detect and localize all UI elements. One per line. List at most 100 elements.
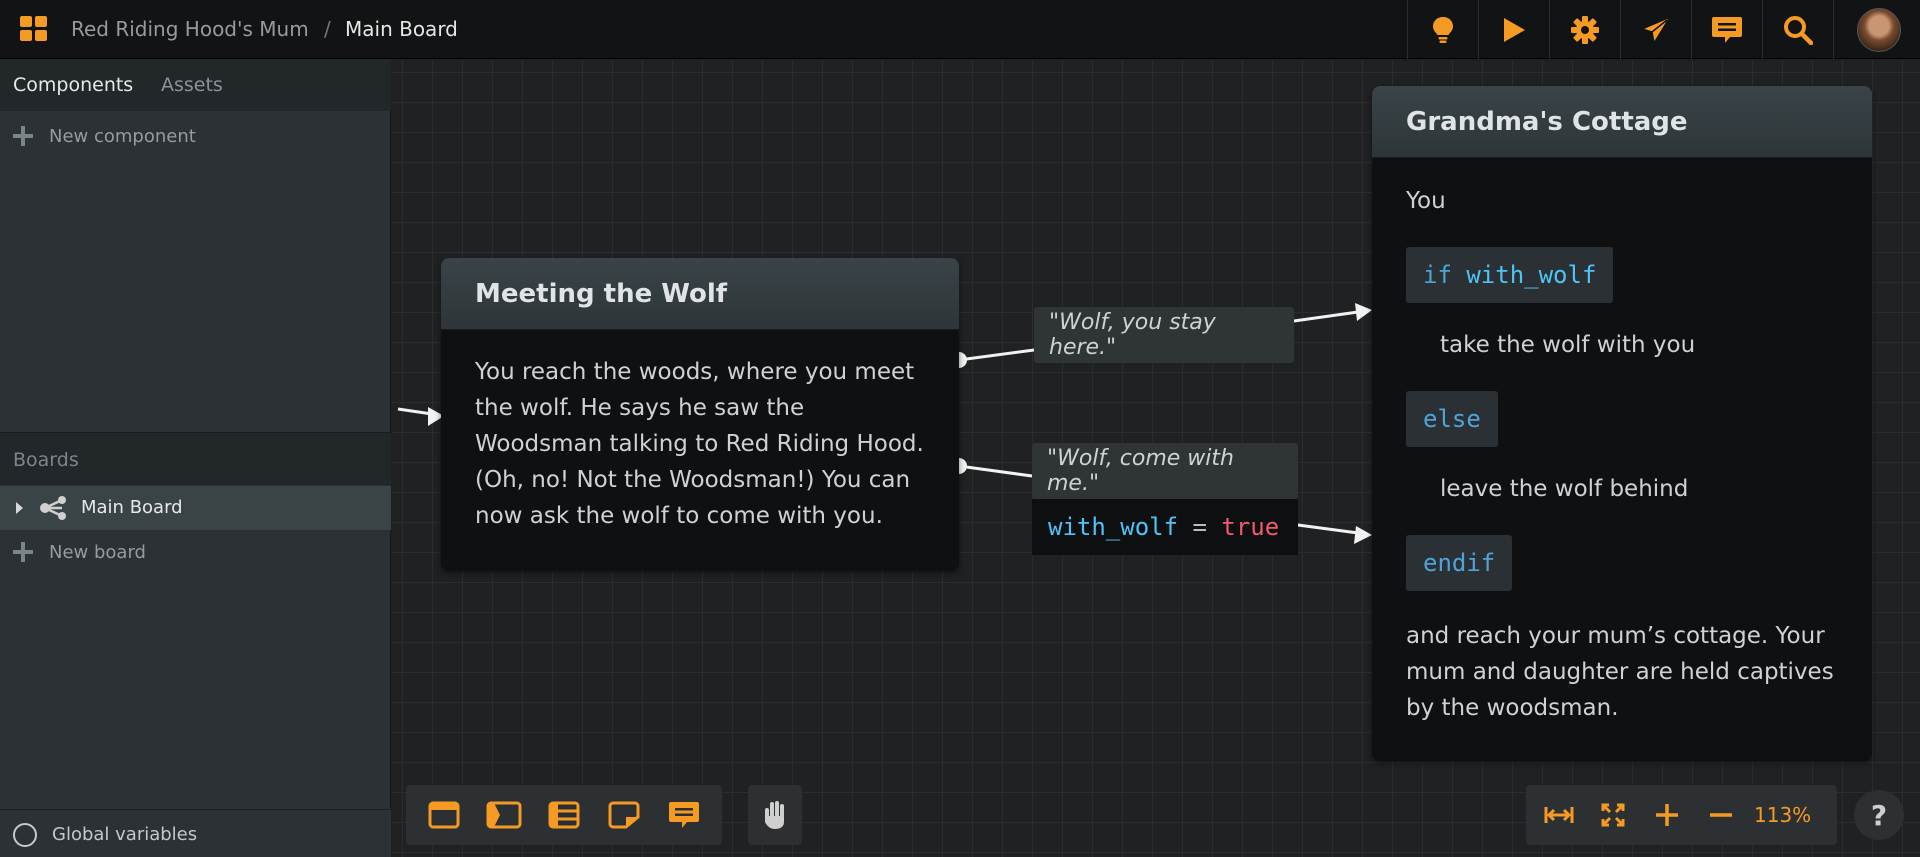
avatar[interactable]: [1857, 8, 1901, 52]
connection: [958, 464, 1033, 478]
dialogue-node-icon: [428, 801, 460, 829]
help-button[interactable]: ?: [1854, 790, 1904, 840]
comment-node-icon: [669, 802, 699, 828]
tips-button[interactable]: [1407, 0, 1478, 59]
breadcrumb-separator: /: [324, 17, 331, 41]
hand-icon: [765, 801, 784, 829]
text-line: the wolf. He says he saw the: [475, 395, 805, 421]
arrowhead: [1355, 303, 1372, 321]
zoom-out-button[interactable]: [1694, 785, 1748, 845]
board-canvas[interactable]: Meeting the Wolf You reach the woods, wh…: [392, 60, 1920, 857]
apps-grid-icon[interactable]: [20, 16, 48, 42]
choice-label-come[interactable]: "Wolf, come with me.": [1032, 443, 1298, 499]
lightbulb-icon: [1433, 16, 1453, 43]
settings-button[interactable]: [1549, 0, 1620, 59]
node-title: Grandma's Cottage: [1372, 86, 1872, 158]
search-button[interactable]: [1762, 0, 1833, 59]
tab-components[interactable]: Components: [13, 74, 133, 96]
new-board-button[interactable]: New board: [0, 530, 391, 574]
gear-icon: [1571, 15, 1599, 44]
sidebar-tabs: Components Assets: [0, 59, 391, 111]
condition-else: else: [1406, 391, 1498, 447]
add-comment-button[interactable]: [654, 785, 714, 845]
variable-name: with_wolf: [1048, 513, 1179, 541]
search-icon: [1784, 15, 1813, 45]
new-board-label: New board: [49, 541, 146, 563]
new-component-label: New component: [49, 125, 196, 147]
connection: [1293, 310, 1359, 323]
global-variables-button[interactable]: Global variables: [0, 809, 391, 857]
incoming-connection: [397, 407, 433, 416]
sidebar: Components Assets New component Boards M…: [0, 59, 391, 857]
condition-endif: endif: [1406, 535, 1513, 591]
zoom-in-button[interactable]: [1640, 785, 1694, 845]
text-line: take the wolf with you: [1440, 332, 1696, 358]
comment-icon: [1712, 16, 1742, 43]
zoom-level[interactable]: 113%: [1748, 803, 1831, 827]
sidebar-item-main-board[interactable]: Main Board: [0, 486, 391, 530]
connection: [1297, 523, 1359, 535]
text-block: and reach your mum’s cottage. Your mum a…: [1406, 618, 1834, 726]
literal-value: true: [1221, 513, 1280, 541]
board-tree-icon: [40, 496, 66, 520]
add-choice-button[interactable]: [474, 785, 534, 845]
play-icon: [1504, 17, 1525, 42]
globe-icon: [13, 823, 37, 847]
comments-button[interactable]: [1691, 0, 1762, 59]
new-component-button[interactable]: New component: [0, 114, 391, 158]
node-grandmas-cottage[interactable]: Grandma's Cottage You if with_wolf take …: [1372, 86, 1872, 761]
assign-operator: =: [1192, 513, 1207, 541]
fit-width-button[interactable]: [1532, 785, 1586, 845]
connection: [958, 348, 1035, 362]
note-node-icon: [608, 801, 640, 829]
text-line: Woodsman talking to Red Riding Hood.: [475, 431, 924, 457]
plus-icon: [1656, 804, 1678, 826]
choice-label-stay[interactable]: "Wolf, you stay here.": [1034, 307, 1294, 363]
fit-width-icon: [1544, 807, 1574, 823]
endif-keyword: endif: [1406, 535, 1513, 591]
add-list-button[interactable]: [534, 785, 594, 845]
choice-node-icon: [486, 801, 522, 829]
breadcrumb-project[interactable]: Red Riding Hood's Mum: [71, 17, 309, 41]
text-line: mum and daughter are held captives: [1406, 659, 1834, 685]
text-line: now ask the wolf to come with you.: [475, 503, 883, 529]
text-line: and reach your mum’s cottage. Your: [1406, 623, 1825, 649]
breadcrumb-board[interactable]: Main Board: [345, 17, 458, 41]
if-block: if with_wolf: [1406, 247, 1614, 303]
choice-code[interactable]: with_wolf = true: [1032, 499, 1298, 555]
add-dialogue-button[interactable]: [414, 785, 474, 845]
boards-section-header: Boards: [0, 432, 391, 485]
node-meeting-the-wolf[interactable]: Meeting the Wolf You reach the woods, wh…: [441, 258, 959, 571]
text-line: by the woodsman.: [1406, 695, 1619, 721]
node-title: Meeting the Wolf: [441, 258, 959, 330]
expand-arrow-icon[interactable]: [16, 502, 23, 514]
boards-heading: Boards: [13, 449, 79, 471]
top-bar: Red Riding Hood's Mum / Main Board: [0, 0, 1920, 59]
fit-screen-button[interactable]: [1586, 785, 1640, 845]
send-icon: [1641, 15, 1671, 44]
sidebar-item-label: Main Board: [81, 497, 183, 518]
add-note-button[interactable]: [594, 785, 654, 845]
minus-icon: [1710, 813, 1732, 817]
hand-tool-button[interactable]: [748, 785, 802, 845]
node-toolbar: [406, 785, 722, 845]
play-button[interactable]: [1478, 0, 1549, 59]
global-variables-label: Global variables: [52, 824, 198, 845]
arrowhead: [1354, 526, 1372, 544]
condition-if: if with_wolf: [1406, 247, 1614, 303]
text-line: You: [1406, 188, 1446, 214]
plus-icon: [13, 126, 33, 146]
expand-icon: [1601, 803, 1625, 827]
publish-button[interactable]: [1620, 0, 1691, 59]
node-text: You reach the woods, where you meet the …: [441, 330, 959, 558]
if-keyword: if: [1423, 261, 1452, 289]
text-line: (Oh, no! Not the Woodsman!) You can: [475, 467, 911, 493]
text-line: You reach the woods, where you meet: [475, 359, 915, 385]
list-node-icon: [548, 801, 580, 829]
plus-icon: [13, 542, 33, 562]
zoom-toolbar: 113%: [1526, 785, 1838, 845]
text-line: leave the wolf behind: [1440, 476, 1689, 502]
condition-variable: with_wolf: [1466, 261, 1597, 289]
else-keyword: else: [1406, 391, 1498, 447]
tab-assets[interactable]: Assets: [161, 74, 223, 96]
